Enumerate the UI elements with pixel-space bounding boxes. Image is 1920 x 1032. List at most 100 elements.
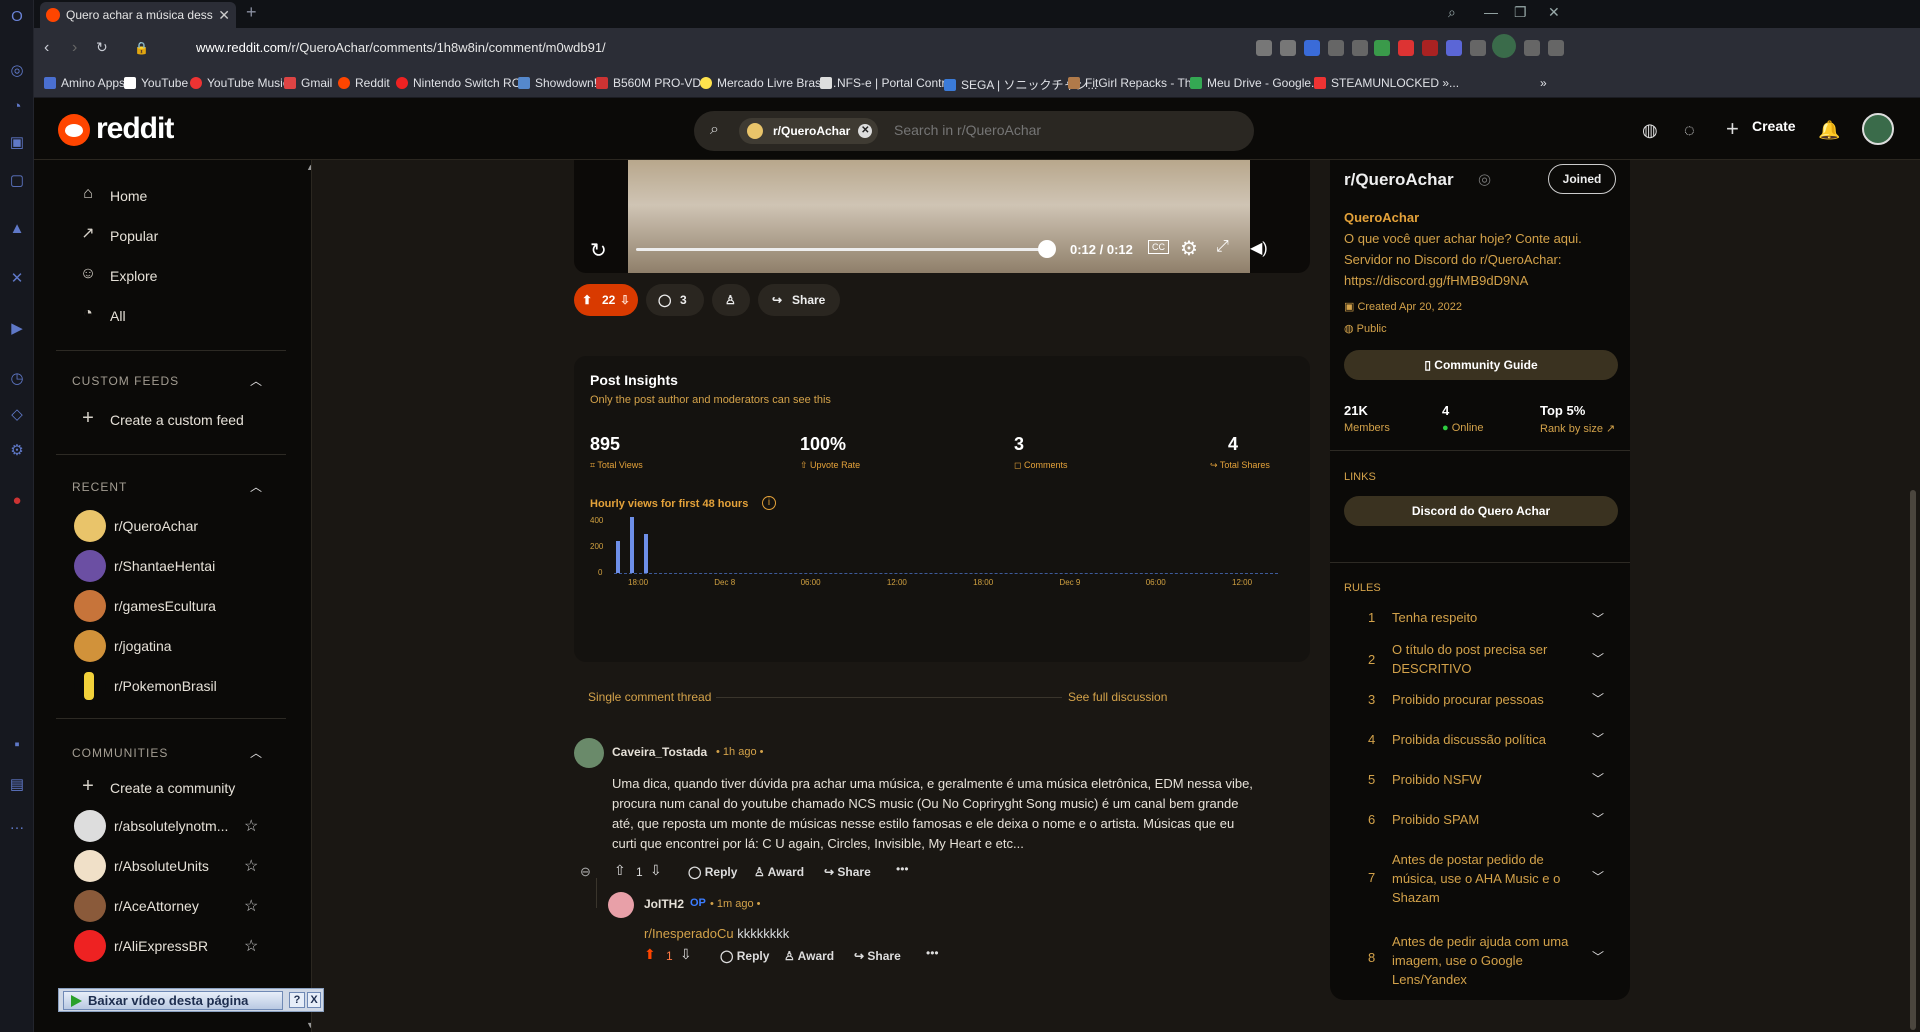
rule-item[interactable]: Proibido NSFW — [1392, 770, 1582, 789]
nav-explore[interactable]: Explore — [110, 268, 157, 284]
chat-icon[interactable]: ◌ — [1684, 120, 1695, 141]
player-icon[interactable]: ▪ — [8, 736, 26, 754]
communities-heading[interactable]: COMMUNITIES — [72, 746, 168, 760]
bookmark[interactable]: YouTube Music — [190, 76, 289, 90]
chevron-down-icon[interactable]: ﹀ — [1592, 730, 1604, 747]
more-options-icon[interactable]: ••• — [926, 946, 939, 960]
tab-search-icon[interactable]: ⌕ — [1448, 4, 1456, 21]
download-icon[interactable] — [1524, 40, 1540, 56]
tab-active[interactable]: Quero achar a música dess ✕ — [40, 2, 236, 28]
help-icon[interactable]: ? — [289, 992, 305, 1008]
recent-item[interactable]: r/PokemonBrasil — [114, 678, 217, 694]
bookmark[interactable]: Amino Apps — [44, 76, 125, 90]
rank-link[interactable]: Rank by size ↗ — [1540, 422, 1615, 435]
star-icon[interactable]: ☆ — [244, 816, 258, 836]
settings-gear-icon[interactable]: ⚙ — [1180, 236, 1198, 261]
camera-icon[interactable] — [1280, 40, 1296, 56]
downvote-icon[interactable]: ⇩ — [650, 862, 662, 879]
heart-icon[interactable] — [1352, 40, 1368, 56]
recent-heading[interactable]: RECENT — [72, 480, 127, 494]
extension-green-icon[interactable] — [1374, 40, 1390, 56]
gallery-icon[interactable]: ▤ — [8, 776, 26, 794]
create-community[interactable]: Create a community — [110, 780, 235, 796]
send-icon[interactable] — [1328, 40, 1344, 56]
chevron-up-icon[interactable]: ︿ — [250, 744, 262, 761]
rule-item[interactable]: Antes de pedir ajuda com uma imagem, use… — [1392, 932, 1582, 989]
upvote-active-icon[interactable]: ⬆ — [644, 946, 656, 963]
chevron-up-icon[interactable]: ︿ — [250, 372, 262, 389]
chevron-down-icon[interactable]: ﹀ — [1592, 770, 1604, 787]
bookmark[interactable]: NFS-e | Portal Contr... — [820, 76, 955, 90]
youtube-ext-icon[interactable] — [1398, 40, 1414, 56]
video-player[interactable]: ↻ 0:12 / 0:12 CC ⚙ ⤢ ◀) — [574, 160, 1310, 273]
back-icon[interactable]: ‹ — [44, 39, 49, 57]
forward-icon[interactable]: › — [72, 39, 77, 57]
nav-popular[interactable]: Popular — [110, 228, 158, 244]
rule-item[interactable]: O título do post precisa ser DESCRITIVO — [1392, 640, 1582, 678]
star-icon[interactable]: ☆ — [244, 896, 258, 916]
bookmark[interactable]: FitGirl Repacks - Th... — [1068, 76, 1201, 90]
rule-item[interactable]: Tenha respeito — [1392, 608, 1582, 627]
comment-award-button[interactable]: ♙ Award — [754, 865, 804, 879]
reply-share-button[interactable]: ↪ Share — [854, 949, 901, 963]
reload-icon[interactable]: ↻ — [96, 39, 108, 56]
more-icon[interactable]: … — [8, 816, 26, 834]
page-scrollbar[interactable] — [1906, 160, 1920, 1032]
comments-button[interactable]: ◯ 3 — [646, 284, 704, 316]
reddit-wordmark[interactable]: reddit — [96, 112, 174, 146]
see-full-discussion-link[interactable]: See full discussion — [1068, 690, 1167, 704]
instagram-icon[interactable]: ▢ — [8, 172, 26, 190]
ublock-icon[interactable]: ● — [8, 492, 26, 510]
rule-item[interactable]: Proibido procurar pessoas — [1392, 690, 1582, 709]
community-guide-button[interactable]: ▯ Community Guide — [1344, 350, 1618, 380]
create-custom-feed[interactable]: Create a custom feed — [110, 412, 244, 428]
chevron-down-icon[interactable]: ﹀ — [1592, 650, 1604, 667]
reply-author[interactable]: JoITH2 — [644, 897, 684, 911]
downvote-icon[interactable]: ⇩ — [680, 946, 692, 963]
chevron-down-icon[interactable]: ﹀ — [1592, 610, 1604, 627]
reddit-logo-icon[interactable] — [58, 114, 90, 146]
downvote-icon[interactable]: ⇩ — [620, 284, 630, 316]
chevron-down-icon[interactable]: ﹀ — [1592, 868, 1604, 885]
minimize-icon[interactable]: — — [1484, 4, 1498, 20]
profile-icon[interactable] — [1492, 34, 1516, 58]
cube-ext-icon[interactable] — [1470, 40, 1486, 56]
nav-home[interactable]: Home — [110, 188, 147, 204]
recent-item[interactable]: r/QueroAchar — [114, 518, 198, 534]
more-options-icon[interactable]: ••• — [896, 862, 909, 876]
close-window-icon[interactable]: ✕ — [1548, 4, 1560, 21]
extension-red-icon[interactable] — [1422, 40, 1438, 56]
subreddit-mention-link[interactable]: r/InesperadoCu — [644, 926, 734, 941]
play-icon[interactable]: ▶ — [8, 320, 26, 338]
captions-icon[interactable]: CC — [1148, 240, 1169, 254]
bookmark[interactable]: YouTube — [124, 76, 188, 90]
url-field[interactable]: www.reddit.com/r/QueroAchar/comments/1h8… — [196, 40, 606, 55]
star-icon[interactable]: ☆ — [244, 856, 258, 876]
community-item[interactable]: r/AbsoluteUnits — [114, 858, 209, 874]
award-button[interactable]: ♙ — [712, 284, 750, 316]
bookmark[interactable]: Gmail — [284, 76, 332, 90]
nav-all[interactable]: All — [110, 308, 126, 324]
notifications-icon[interactable]: 🔔 — [1818, 120, 1840, 141]
discord-link-button[interactable]: Discord do Quero Achar — [1344, 496, 1618, 526]
menu-icon[interactable] — [1548, 40, 1564, 56]
x-icon[interactable]: ✕ — [8, 270, 26, 288]
custom-feeds-heading[interactable]: CUSTOM FEEDS — [72, 374, 179, 388]
upvote-icon[interactable]: ⬆ — [582, 284, 592, 316]
video-progress-track[interactable] — [636, 248, 1046, 251]
description-line[interactable]: https://discord.gg/fHMB9dD9NA — [1344, 270, 1582, 291]
comment-reply-button[interactable]: ◯ Reply — [688, 865, 737, 879]
recent-item[interactable]: r/ShantaeHentai — [114, 558, 215, 574]
rule-item[interactable]: Proibida discussão política — [1392, 730, 1582, 749]
recent-item[interactable]: r/gamesEcultura — [114, 598, 216, 614]
speed-icon[interactable]: ◔ — [8, 98, 26, 116]
community-item[interactable]: r/AceAttorney — [114, 898, 199, 914]
reply-award-button[interactable]: ♙ Award — [784, 949, 834, 963]
bookmark[interactable]: Nintendo Switch RO... — [396, 76, 531, 90]
star-icon[interactable]: ☆ — [244, 936, 258, 956]
bookmark[interactable]: STEAMUNLOCKED »... — [1314, 76, 1459, 90]
fullscreen-icon[interactable]: ⤢ — [1216, 238, 1229, 256]
comment-author[interactable]: Caveira_Tostada — [612, 745, 707, 759]
search-bar[interactable]: ⌕ r/QueroAchar ✕ — [694, 111, 1254, 151]
settings-icon[interactable]: ⚙ — [8, 442, 26, 460]
